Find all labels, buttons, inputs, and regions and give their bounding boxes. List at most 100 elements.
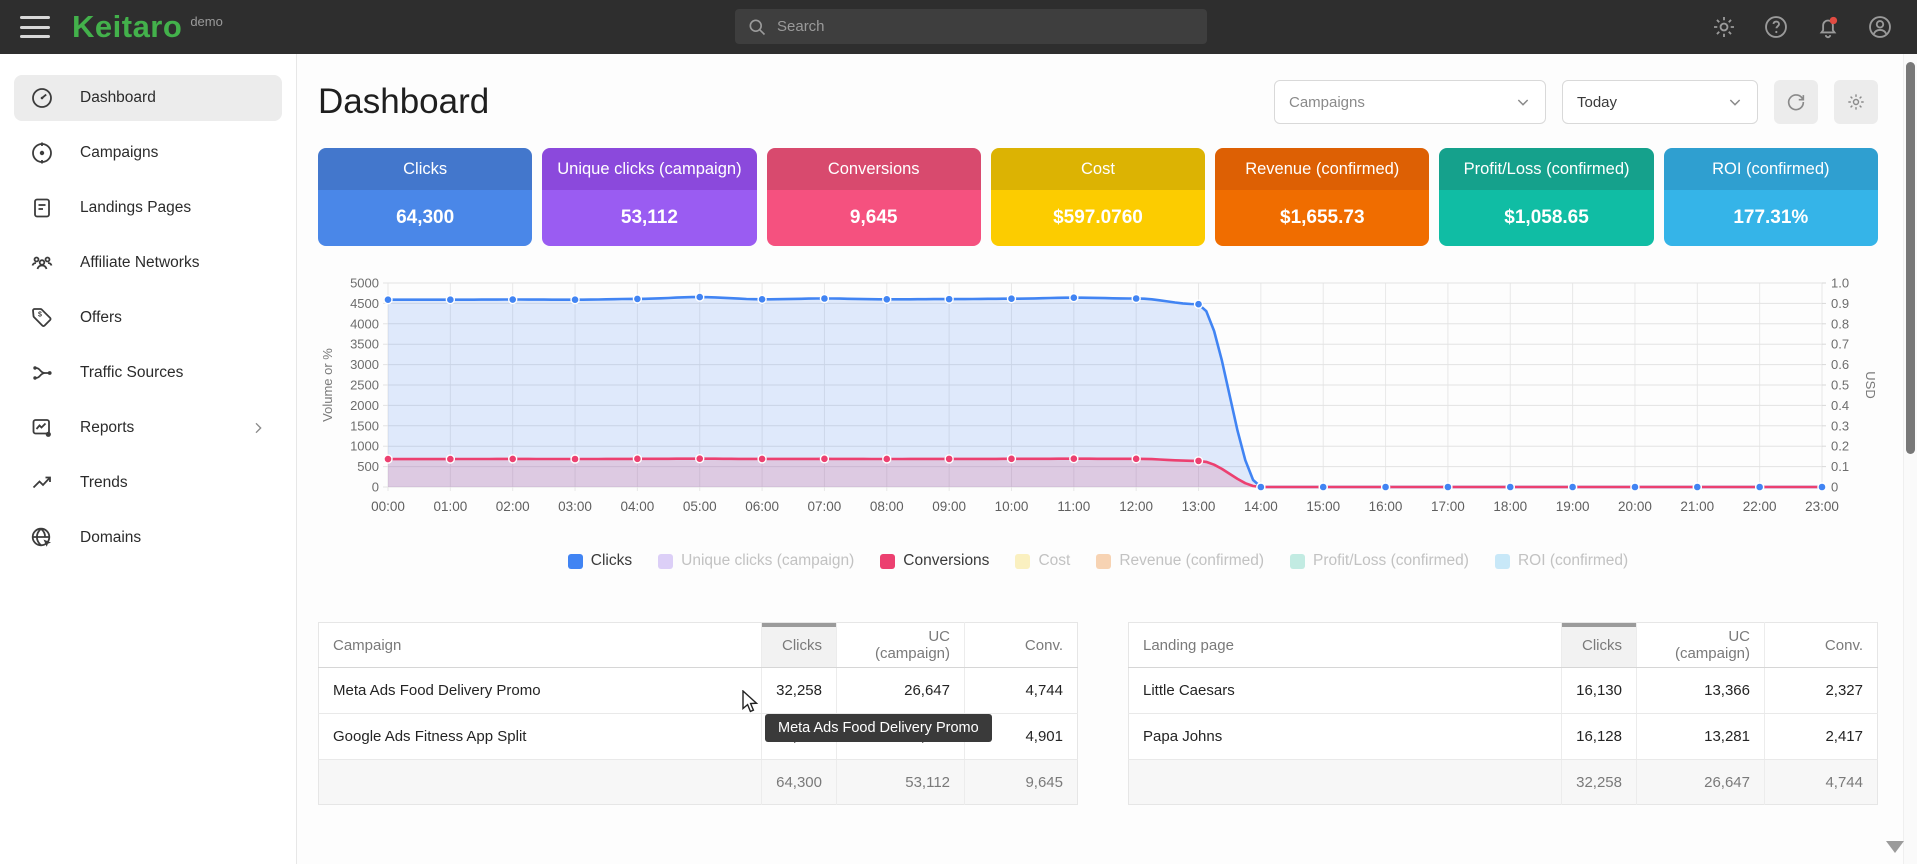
- svg-text:0.8: 0.8: [1831, 316, 1849, 331]
- sidebar-item-trends[interactable]: Trends: [14, 460, 282, 506]
- svg-text:0.6: 0.6: [1831, 357, 1849, 372]
- sidebar-item-label: Traffic Sources: [80, 364, 183, 382]
- legend-item-unique-clicks-campaign-[interactable]: Unique clicks (campaign): [658, 552, 854, 570]
- trend-up-icon: [30, 471, 54, 495]
- offer-tag-icon: $: [30, 306, 54, 330]
- legend-swatch: [658, 554, 673, 569]
- sidebar-item-label: Reports: [80, 419, 134, 437]
- sidebar-item-label: Trends: [80, 474, 128, 492]
- chart-legend: Clicks Unique clicks (campaign) Conversion…: [318, 552, 1878, 570]
- people-icon: [30, 251, 54, 275]
- legend-label: Conversions: [903, 552, 989, 570]
- scrollbar-thumb[interactable]: [1906, 62, 1915, 454]
- sidebar-item-label: Campaigns: [80, 144, 158, 162]
- grouping-select[interactable]: Campaigns: [1274, 80, 1546, 124]
- stat-card-profit-loss-confirmed-[interactable]: Profit/Loss (confirmed)$1,058.65: [1439, 148, 1653, 246]
- legend-item-profit-loss-confirmed-[interactable]: Profit/Loss (confirmed): [1290, 552, 1469, 570]
- legend-label: ROI (confirmed): [1518, 552, 1628, 570]
- legend-label: Clicks: [591, 552, 632, 570]
- svg-text:19:00: 19:00: [1556, 499, 1590, 514]
- stat-card-cost[interactable]: Cost$597.0760: [991, 148, 1205, 246]
- row-value-cell: 4,744: [965, 668, 1078, 714]
- column-header-conv-[interactable]: Conv.: [965, 623, 1078, 668]
- total-cell: 32,258: [1562, 760, 1637, 805]
- stat-card-value: 177.31%: [1664, 190, 1878, 246]
- column-header-campaign[interactable]: Campaign: [319, 623, 762, 668]
- row-value-cell: 16,130: [1562, 668, 1637, 714]
- sidebar-item-label: Domains: [80, 529, 141, 547]
- search-input[interactable]: [777, 18, 1177, 35]
- settings-icon[interactable]: [1711, 14, 1737, 40]
- sidebar-item-domains[interactable]: Domains: [14, 515, 282, 561]
- search-icon: [747, 17, 767, 37]
- svg-text:$: $: [38, 312, 42, 319]
- legend-swatch: [1495, 554, 1510, 569]
- stat-card-label: Clicks: [318, 148, 532, 190]
- legend-item-conversions[interactable]: Conversions: [880, 552, 989, 570]
- column-header-clicks[interactable]: Clicks: [762, 623, 837, 668]
- total-cell: 53,112: [837, 760, 965, 805]
- notifications-bell-icon[interactable]: [1815, 14, 1841, 40]
- sidebar-item-offers[interactable]: $Offers: [14, 295, 282, 341]
- column-header-uc-campaign-[interactable]: UC (campaign): [1637, 623, 1765, 668]
- legend-label: Cost: [1038, 552, 1070, 570]
- refresh-button[interactable]: [1774, 80, 1818, 124]
- column-header-landing-page[interactable]: Landing page: [1129, 623, 1562, 668]
- row-tooltip: Meta Ads Food Delivery Promo: [765, 714, 992, 742]
- legend-item-cost[interactable]: Cost: [1015, 552, 1070, 570]
- period-select[interactable]: Today: [1562, 80, 1758, 124]
- stat-card-roi-confirmed-[interactable]: ROI (confirmed)177.31%: [1664, 148, 1878, 246]
- svg-text:18:00: 18:00: [1493, 499, 1527, 514]
- sidebar-item-campaigns[interactable]: Campaigns: [14, 130, 282, 176]
- sidebar-item-dashboard[interactable]: Dashboard: [14, 75, 282, 121]
- legend-item-roi-confirmed-[interactable]: ROI (confirmed): [1495, 552, 1628, 570]
- svg-text:02:00: 02:00: [496, 499, 530, 514]
- table-row[interactable]: Papa Johns16,12813,2812,417: [1129, 714, 1878, 760]
- svg-text:5000: 5000: [350, 276, 379, 291]
- stat-card-clicks[interactable]: Clicks64,300: [318, 148, 532, 246]
- table-row[interactable]: Meta Ads Food Delivery Promo32,25826,647…: [319, 668, 1078, 714]
- vertical-scrollbar[interactable]: [1903, 54, 1917, 864]
- legend-swatch: [568, 554, 583, 569]
- brand-logo[interactable]: Keitaro: [72, 9, 182, 45]
- column-header-clicks[interactable]: Clicks: [1562, 623, 1637, 668]
- legend-swatch: [1290, 554, 1305, 569]
- dashboard-settings-button[interactable]: [1834, 80, 1878, 124]
- svg-text:USD: USD: [1863, 371, 1878, 398]
- svg-text:0: 0: [372, 480, 379, 495]
- user-avatar-icon[interactable]: [1867, 14, 1893, 40]
- stat-card-value: $1,058.65: [1439, 190, 1653, 246]
- grouping-select-value: Campaigns: [1289, 94, 1365, 111]
- stat-card-label: Revenue (confirmed): [1215, 148, 1429, 190]
- svg-text:17:00: 17:00: [1431, 499, 1465, 514]
- legend-item-revenue-confirmed-[interactable]: Revenue (confirmed): [1096, 552, 1264, 570]
- legend-swatch: [1015, 554, 1030, 569]
- legend-item-clicks[interactable]: Clicks: [568, 552, 632, 570]
- svg-text:05:00: 05:00: [683, 499, 717, 514]
- help-icon[interactable]: [1763, 14, 1789, 40]
- sidebar-item-landings-pages[interactable]: Landings Pages: [14, 185, 282, 231]
- legend-swatch: [1096, 554, 1111, 569]
- stat-card-conversions[interactable]: Conversions9,645: [767, 148, 981, 246]
- total-cell: 26,647: [1637, 760, 1765, 805]
- period-select-value: Today: [1577, 94, 1617, 111]
- svg-text:1.0: 1.0: [1831, 276, 1849, 291]
- svg-text:0.3: 0.3: [1831, 418, 1849, 433]
- column-header-conv-[interactable]: Conv.: [1765, 623, 1878, 668]
- sidebar-item-reports[interactable]: Reports: [14, 405, 282, 451]
- global-search[interactable]: [735, 9, 1207, 44]
- stat-card-unique-clicks-campaign-[interactable]: Unique clicks (campaign)53,112: [542, 148, 756, 246]
- refresh-icon: [1785, 91, 1807, 113]
- target-icon: [30, 141, 54, 165]
- sidebar-item-traffic-sources[interactable]: Traffic Sources: [14, 350, 282, 396]
- sidebar-item-affiliate-networks[interactable]: Affiliate Networks: [14, 240, 282, 286]
- column-header-uc-campaign-[interactable]: UC (campaign): [837, 623, 965, 668]
- menu-toggle-icon[interactable]: [20, 16, 50, 38]
- table-row[interactable]: Little Caesars16,13013,3662,327: [1129, 668, 1878, 714]
- chart-canvas[interactable]: 0500100015002000250030003500400045005000…: [318, 276, 1878, 526]
- chevron-right-icon: [250, 420, 266, 436]
- svg-text:2000: 2000: [350, 398, 379, 413]
- row-value-cell: 26,647: [837, 668, 965, 714]
- scroll-down-arrow-icon[interactable]: [1886, 841, 1904, 853]
- stat-card-revenue-confirmed-[interactable]: Revenue (confirmed)$1,655.73: [1215, 148, 1429, 246]
